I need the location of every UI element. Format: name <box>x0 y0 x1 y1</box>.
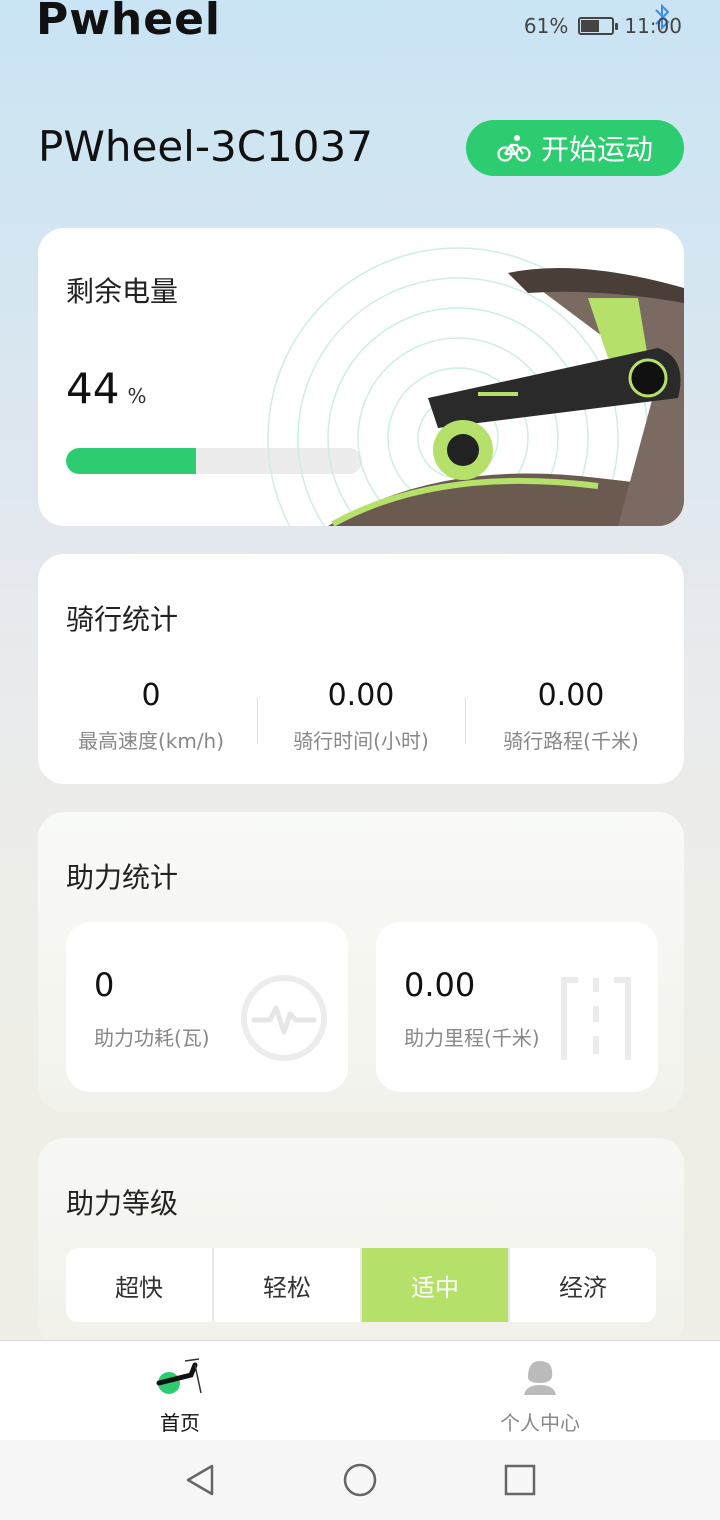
start-exercise-label: 开始运动 <box>540 134 653 165</box>
level-option-easy[interactable]: 轻松 <box>214 1248 362 1322</box>
assist-level-title: 助力等级 <box>66 1187 179 1220</box>
clock: 11:00 <box>624 14 682 38</box>
bike-icon <box>497 135 531 162</box>
nav-profile[interactable]: 个人中心 <box>460 1357 620 1436</box>
battery-icon <box>578 17 619 35</box>
device-name: PWheel-3C1037 <box>38 122 373 171</box>
battery-card: 剩余电量 44% <box>38 228 684 526</box>
back-icon[interactable] <box>184 1462 218 1498</box>
assist-level-card: 助力等级 超快 轻松 适中 经济 <box>38 1138 684 1348</box>
road-icon <box>561 977 631 1060</box>
stat-label: 最高速度(km/h) <box>77 729 225 753</box>
assist-distance-label: 助力里程(千米) <box>404 1026 540 1050</box>
pulse-gauge-icon <box>241 975 327 1061</box>
ride-stats-card: 骑行统计 0 最高速度(km/h) 0.00 骑行时间(小时) 0.00 骑行路… <box>38 554 684 784</box>
battery-percent: 61% <box>523 14 569 38</box>
level-option-super-fast[interactable]: 超快 <box>66 1248 214 1322</box>
battery-number: 44 <box>66 364 120 413</box>
battery-title: 剩余电量 <box>66 275 179 308</box>
start-exercise-button[interactable]: 开始运动 <box>466 120 684 176</box>
assist-distance-card: 0.00 助力里程(千米) <box>376 922 658 1092</box>
status-bar: Pwheel 61% 11:00 <box>0 0 720 56</box>
stat-max-speed: 0 最高速度(km/h) <box>46 678 256 754</box>
assist-stats-title: 助力统计 <box>66 861 179 894</box>
home-circle-icon[interactable] <box>342 1462 378 1498</box>
stat-value: 0 <box>141 678 161 713</box>
nav-home[interactable]: 首页 <box>100 1357 260 1436</box>
ride-stats-title: 骑行统计 <box>66 603 179 636</box>
bottom-nav: 首页 个人中心 <box>0 1340 720 1440</box>
stat-label: 骑行时间(小时) <box>293 729 429 753</box>
stat-value: 0.00 <box>537 678 605 713</box>
home-device-icon <box>156 1358 202 1394</box>
assist-distance-value: 0.00 <box>404 966 476 1004</box>
user-icon <box>524 1361 556 1395</box>
status-indicators: 61% 11:00 <box>524 14 682 38</box>
assist-device-illustration <box>267 247 684 526</box>
assist-stats-card: 助力统计 0 助力功耗(瓦) 0.00 助力里程(千米) <box>38 812 684 1112</box>
stat-ride-time: 0.00 骑行时间(小时) <box>256 678 466 754</box>
nav-home-label: 首页 <box>160 1411 200 1435</box>
level-option-moderate[interactable]: 适中 <box>362 1248 510 1322</box>
assist-power-label: 助力功耗(瓦) <box>94 1026 210 1050</box>
system-navigation-bar <box>0 1440 720 1520</box>
stat-value: 0.00 <box>327 678 395 713</box>
stat-label: 骑行路程(千米) <box>503 729 639 753</box>
battery-progress-fill <box>66 448 197 474</box>
nav-profile-label: 个人中心 <box>500 1411 580 1435</box>
brand-logo: Pwheel <box>36 0 221 45</box>
stat-ride-distance: 0.00 骑行路程(千米) <box>466 678 676 754</box>
level-option-economy[interactable]: 经济 <box>510 1248 656 1322</box>
battery-unit: % <box>127 384 147 408</box>
recent-apps-icon[interactable] <box>504 1464 536 1496</box>
assist-power-card: 0 助力功耗(瓦) <box>66 922 348 1092</box>
assist-level-selector: 超快 轻松 适中 经济 <box>66 1248 656 1322</box>
battery-value: 44% <box>66 364 146 413</box>
assist-power-value: 0 <box>94 966 115 1004</box>
